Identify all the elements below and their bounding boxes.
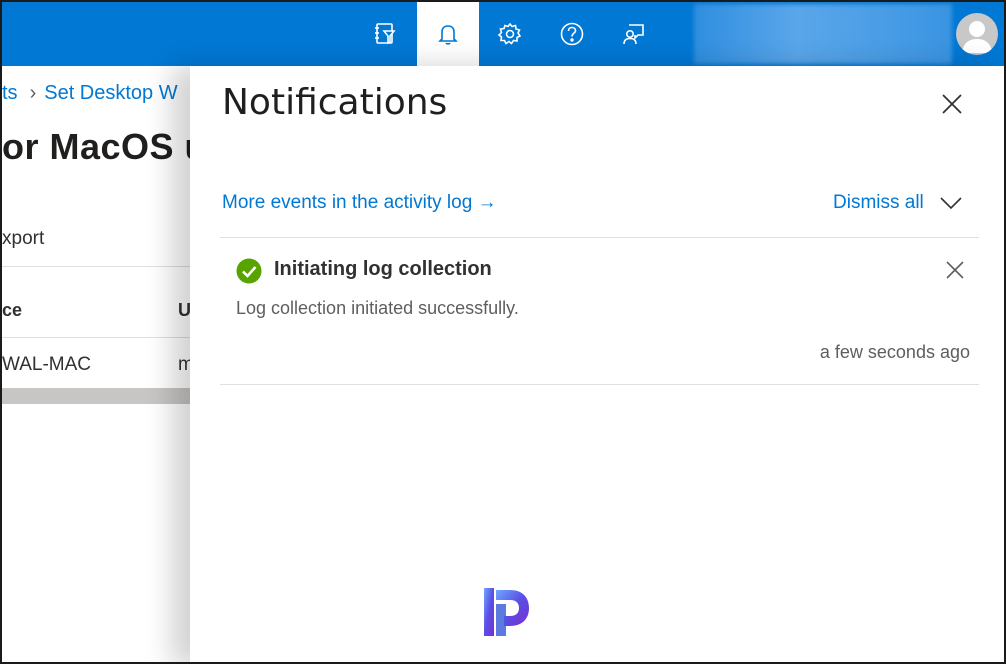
horizontal-scrollbar[interactable] <box>2 388 202 404</box>
dismiss-notification-icon[interactable] <box>944 259 966 281</box>
breadcrumb-current[interactable]: Set Desktop W <box>44 82 177 104</box>
avatar[interactable] <box>956 13 998 55</box>
close-panel-button[interactable] <box>938 90 966 118</box>
column-header-device[interactable]: ce <box>2 300 22 321</box>
notification-title: Initiating log collection <box>274 258 492 280</box>
account-info-blurred[interactable] <box>694 4 952 64</box>
breadcrumb-separator-icon: › <box>29 82 37 104</box>
chevron-down-icon[interactable] <box>938 192 964 214</box>
divider <box>2 266 202 267</box>
divider <box>220 384 979 385</box>
background-page: ts › Set Desktop W or MacOS u xport ce U W… <box>2 66 207 662</box>
export-button[interactable]: xport <box>2 228 44 250</box>
notification-timestamp: a few seconds ago <box>819 342 970 362</box>
feedback-person-icon[interactable] <box>603 2 665 66</box>
top-bar <box>2 2 1004 66</box>
success-check-icon <box>236 258 262 284</box>
bell-icon[interactable] <box>417 2 479 66</box>
divider <box>220 237 979 238</box>
app-window: ts › Set Desktop W or MacOS u xport ce U W… <box>0 0 1006 664</box>
help-icon[interactable] <box>541 2 603 66</box>
breadcrumb-prev[interactable]: ts <box>2 82 18 104</box>
page-title: or MacOS u <box>2 126 208 167</box>
notifications-panel: Notifications More events in the activit… <box>190 66 1004 662</box>
divider <box>2 337 202 338</box>
activity-log-link[interactable]: More events in the activity log → <box>222 192 497 214</box>
notification-body: Log collection initiated successfully. <box>236 298 519 318</box>
feedback-filter-icon[interactable] <box>354 2 416 66</box>
dismiss-all-button[interactable]: Dismiss all <box>833 192 924 214</box>
table-cell-device[interactable]: WAL-MAC <box>2 354 91 376</box>
breadcrumb: ts › Set Desktop W <box>2 82 178 105</box>
close-icon <box>942 94 962 114</box>
watermark-logo <box>484 588 529 636</box>
gear-icon[interactable] <box>479 2 541 66</box>
panel-title: Notifications <box>222 82 448 123</box>
